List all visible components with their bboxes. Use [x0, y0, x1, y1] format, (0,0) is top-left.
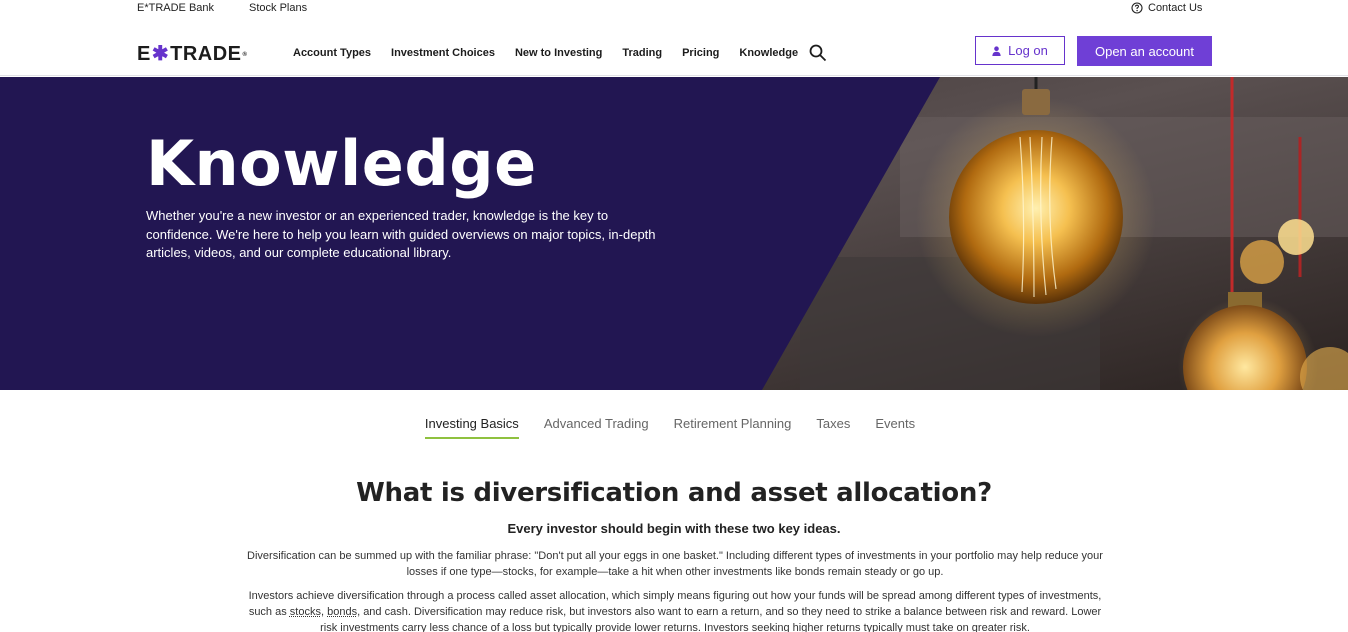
bonds-link[interactable]: bonds [327, 606, 357, 618]
nav-investment-choices[interactable]: Investment Choices [391, 47, 495, 59]
nav-account-types[interactable]: Account Types [293, 47, 371, 59]
article-subtitle: Every investor should begin with these t… [0, 521, 1348, 536]
tab-advanced-trading[interactable]: Advanced Trading [544, 416, 649, 439]
nav-pricing[interactable]: Pricing [682, 47, 719, 59]
article-paragraph: Diversification can be summed up with th… [240, 548, 1110, 580]
logo-text-trade: TRADE [170, 43, 241, 66]
logo-text-e: E [137, 43, 151, 66]
main-nav: E ✱ TRADE ® Account Types Investment Cho… [0, 30, 1348, 76]
article-title: What is diversification and asset alloca… [0, 478, 1348, 508]
article-paragraph: Investors achieve diversification throug… [240, 588, 1110, 632]
etrade-bank-link[interactable]: E*TRADE Bank [137, 2, 214, 14]
hero-title: Knowledge [146, 127, 537, 200]
user-icon [992, 46, 1001, 56]
paragraph-text: , and cash. Diversification may reduce r… [320, 606, 1101, 632]
nav-trading[interactable]: Trading [622, 47, 662, 59]
log-on-label: Log on [1008, 43, 1048, 58]
help-circle-icon [1131, 2, 1143, 14]
registered-mark: ® [243, 52, 248, 58]
nav-menu: Account Types Investment Choices New to … [293, 47, 818, 59]
tab-taxes[interactable]: Taxes [816, 416, 850, 439]
open-account-button[interactable]: Open an account [1077, 36, 1212, 66]
tab-retirement-planning[interactable]: Retirement Planning [674, 416, 792, 439]
stocks-link[interactable]: stocks [290, 606, 321, 618]
tab-events[interactable]: Events [875, 416, 915, 439]
knowledge-tabs: Investing Basics Advanced Trading Retire… [0, 416, 1348, 439]
contact-us-link[interactable]: Contact Us [1131, 2, 1202, 14]
tab-investing-basics[interactable]: Investing Basics [425, 416, 519, 439]
stock-plans-link[interactable]: Stock Plans [249, 2, 307, 14]
log-on-button[interactable]: Log on [975, 36, 1065, 65]
hero-description: Whether you're a new investor or an expe… [146, 207, 666, 263]
logo-star-icon: ✱ [152, 41, 169, 66]
hero-banner: Knowledge Whether you're a new investor … [0, 77, 1348, 390]
etrade-logo[interactable]: E ✱ TRADE ® [137, 42, 247, 67]
contact-us-label: Contact Us [1148, 2, 1202, 14]
nav-new-to-investing[interactable]: New to Investing [515, 47, 602, 59]
search-icon[interactable] [809, 44, 827, 62]
nav-knowledge[interactable]: Knowledge [739, 47, 798, 59]
utility-bar: E*TRADE Bank Stock Plans Contact Us [0, 0, 1348, 18]
